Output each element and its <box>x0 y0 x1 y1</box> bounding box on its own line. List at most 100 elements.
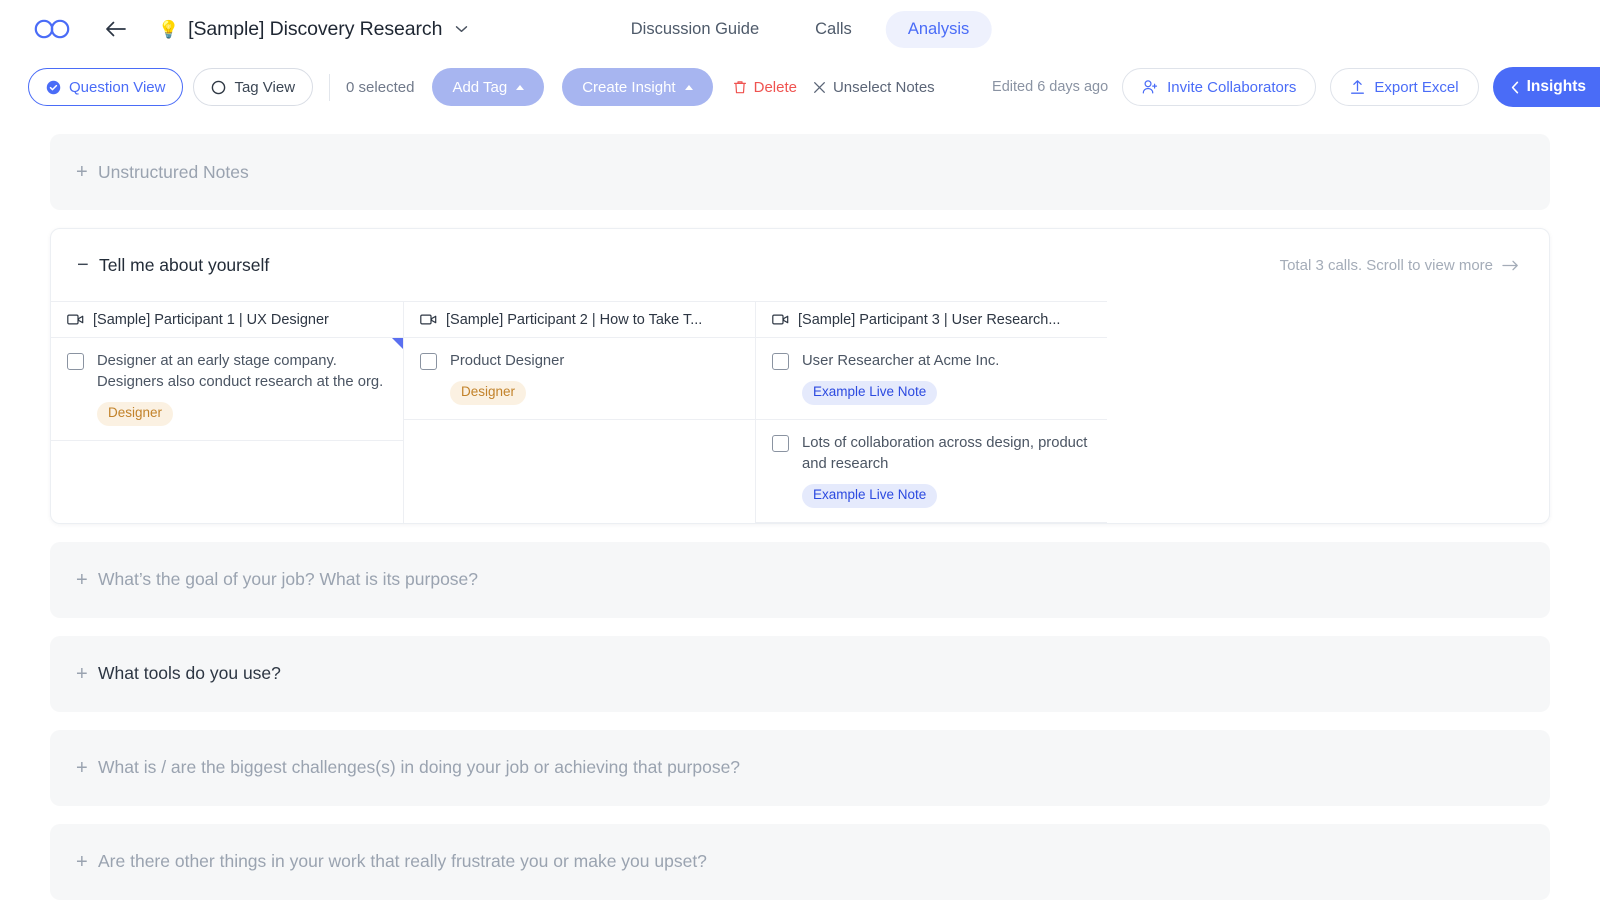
note-checkbox[interactable] <box>772 434 789 452</box>
note-text: Lots of collaboration across design, pro… <box>802 434 1088 472</box>
note-tag[interactable]: Example Live Note <box>802 381 938 405</box>
call-title: [Sample] Participant 2 | How to Take T..… <box>446 311 703 328</box>
note-content: Designer at an early stage company. Desi… <box>97 351 389 426</box>
question-row-goal-of-job[interactable]: + What’s the goal of your job? What is i… <box>50 541 1550 618</box>
note-cell[interactable]: Designer at an early stage company. Desi… <box>51 338 403 441</box>
question-label: What’s the goal of your job? What is its… <box>98 569 479 590</box>
question-label: Are there other things in your work that… <box>98 851 707 872</box>
tab-discussion-guide[interactable]: Discussion Guide <box>609 11 781 48</box>
expand-plus-icon: + <box>76 161 88 183</box>
note-checkbox[interactable] <box>772 353 789 370</box>
create-insight-label: Create Insight <box>582 78 676 96</box>
note-content: User Researcher at Acme Inc. Example Liv… <box>802 351 1093 405</box>
call-column: [Sample] Participant 3 | User Research..… <box>755 301 1107 523</box>
delete-label: Delete <box>753 78 797 96</box>
note-checkbox[interactable] <box>67 353 84 370</box>
top-navigation-bar: 💡 [Sample] Discovery Research Discussion… <box>0 0 1600 58</box>
call-column: [Sample] Participant 1 | UX Designer Des… <box>51 301 403 523</box>
video-camera-icon <box>772 313 789 326</box>
question-row-unstructured-notes[interactable]: + Unstructured Notes <box>50 134 1550 210</box>
expand-plus-icon: + <box>76 662 88 685</box>
upload-icon <box>1350 79 1365 95</box>
insights-panel-button[interactable]: Insights <box>1492 67 1600 107</box>
insights-label: Insights <box>1526 78 1586 95</box>
call-title: [Sample] Participant 1 | UX Designer <box>93 311 329 328</box>
collapse-minus-icon[interactable]: − <box>77 255 99 275</box>
question-label: What is / are the biggest challenges(s) … <box>98 757 741 778</box>
note-cell-empty <box>404 419 755 492</box>
export-excel-label: Export Excel <box>1374 78 1459 96</box>
call-column-body: Designer at an early stage company. Desi… <box>51 338 403 513</box>
toolbar-right-group: Edited 6 days ago Invite Collaborators E… <box>992 58 1600 116</box>
trash-icon <box>733 80 747 95</box>
invite-collaborators-label: Invite Collaborators <box>1167 78 1297 96</box>
question-row-challenges[interactable]: + What is / are the biggest challenges(s… <box>50 729 1550 806</box>
delete-button[interactable]: Delete <box>733 79 797 96</box>
action-toolbar: Question View Tag View 0 selected Add Ta… <box>0 58 1600 116</box>
infinity-logo-icon[interactable] <box>32 14 76 44</box>
selected-count: 0 selected <box>346 78 415 96</box>
note-text: Product Designer <box>450 353 565 369</box>
call-column-header[interactable]: [Sample] Participant 1 | UX Designer <box>51 301 403 338</box>
note-checkbox[interactable] <box>420 353 437 370</box>
tab-analysis[interactable]: Analysis <box>885 10 992 48</box>
chevron-down-icon[interactable] <box>455 25 468 33</box>
expand-plus-icon: + <box>76 756 88 779</box>
add-tag-button[interactable]: Add Tag <box>432 68 545 106</box>
main-tabs: Discussion Guide Calls Analysis <box>609 10 992 48</box>
circle-outline-icon <box>211 80 226 95</box>
note-cell-empty <box>51 440 403 513</box>
question-view-toggle[interactable]: Question View <box>28 68 184 106</box>
note-tag[interactable]: Example Live Note <box>802 483 938 508</box>
lightbulb-icon: 💡 <box>158 19 180 39</box>
tab-calls[interactable]: Calls <box>793 11 874 48</box>
arrow-right-icon <box>1502 260 1518 270</box>
edited-timestamp: Edited 6 days ago <box>992 79 1109 95</box>
document-title-button[interactable]: 💡 [Sample] Discovery Research <box>158 18 468 41</box>
question-view-label: Question View <box>69 78 166 96</box>
analysis-content: + Unstructured Notes − Tell me about you… <box>0 116 1600 918</box>
question-label: What tools do you use? <box>98 663 281 684</box>
call-column-header[interactable]: [Sample] Participant 3 | User Research..… <box>756 301 1107 338</box>
question-row-frustrations[interactable]: + Are there other things in your work th… <box>50 823 1550 900</box>
create-insight-button[interactable]: Create Insight <box>562 68 713 106</box>
note-text: Designer at an early stage company. Desi… <box>97 353 384 390</box>
call-column-body: User Researcher at Acme Inc. Example Liv… <box>756 338 1107 523</box>
page-title: [Sample] Discovery Research <box>188 17 443 40</box>
call-title: [Sample] Participant 3 | User Research..… <box>798 311 1061 328</box>
note-cell[interactable]: Lots of collaboration across design, pro… <box>756 419 1107 523</box>
tag-view-label: Tag View <box>234 78 296 96</box>
note-content: Product Designer Designer <box>450 351 741 405</box>
add-tag-label: Add Tag <box>452 78 508 96</box>
call-column-header[interactable]: [Sample] Participant 2 | How to Take T..… <box>404 301 755 338</box>
close-icon <box>813 81 826 94</box>
back-arrow-icon[interactable] <box>100 14 130 44</box>
person-add-icon <box>1142 79 1158 95</box>
note-cell[interactable]: Product Designer Designer <box>404 338 755 420</box>
question-row-tools[interactable]: + What tools do you use? <box>50 635 1550 712</box>
tag-view-toggle[interactable]: Tag View <box>193 68 314 106</box>
note-text: User Researcher at Acme Inc. <box>802 353 1000 369</box>
note-content: Lots of collaboration across design, pro… <box>802 433 1093 508</box>
video-camera-icon <box>420 313 437 326</box>
call-column: [Sample] Participant 2 | How to Take T..… <box>403 301 755 523</box>
video-camera-icon <box>67 313 84 326</box>
export-excel-button[interactable]: Export Excel <box>1330 68 1479 106</box>
unselect-notes-button[interactable]: Unselect Notes <box>813 79 935 96</box>
scroll-hint-label: Total 3 calls. Scroll to view more <box>1279 256 1493 274</box>
question-title: Tell me about yourself <box>99 254 270 275</box>
check-circle-icon <box>46 80 61 95</box>
expand-plus-icon: + <box>76 568 88 591</box>
expand-plus-icon: + <box>76 850 88 873</box>
invite-collaborators-button[interactable]: Invite Collaborators <box>1122 68 1317 106</box>
note-tag[interactable]: Designer <box>450 381 527 405</box>
question-label: Unstructured Notes <box>98 161 249 182</box>
calls-grid: [Sample] Participant 1 | UX Designer Des… <box>51 301 1549 523</box>
toolbar-divider <box>329 73 331 101</box>
note-cell[interactable]: User Researcher at Acme Inc. Example Liv… <box>756 338 1107 420</box>
note-tag[interactable]: Designer <box>97 402 174 426</box>
unselect-notes-label: Unselect Notes <box>832 78 935 96</box>
question-card-expanded: − Tell me about yourself Total 3 calls. … <box>50 228 1550 524</box>
question-card-header[interactable]: − Tell me about yourself Total 3 calls. … <box>51 229 1549 301</box>
scroll-hint[interactable]: Total 3 calls. Scroll to view more <box>1280 257 1519 274</box>
